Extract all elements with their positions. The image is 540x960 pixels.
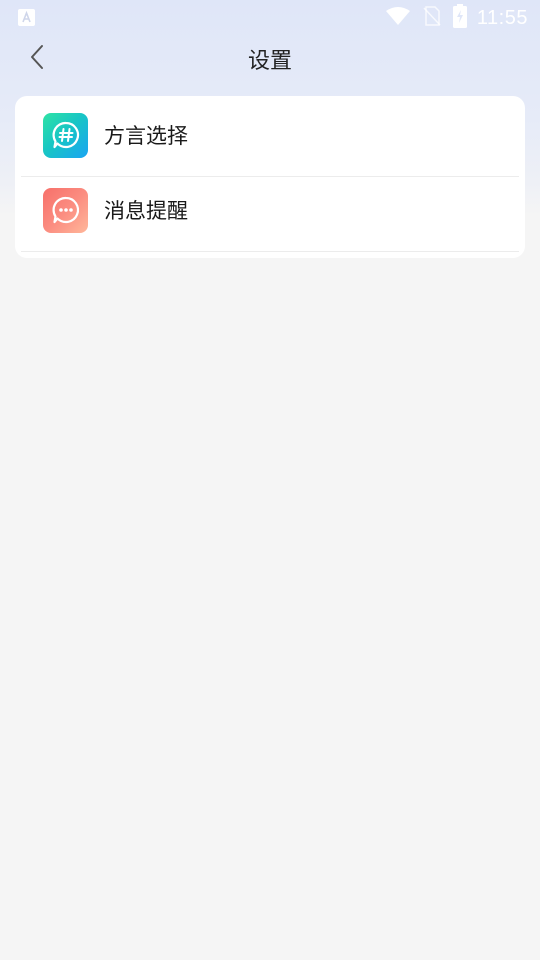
status-icons: 11:55 — [385, 4, 528, 32]
battery-charging-icon — [452, 4, 467, 32]
settings-item-dialect[interactable]: 方言选择 — [21, 98, 519, 172]
settings-item-message-reminder[interactable]: 消息提醒 — [21, 173, 519, 247]
settings-item-label: 方言选择 — [104, 124, 188, 148]
notification-a-icon — [18, 9, 35, 26]
page-title: 设置 — [247, 49, 292, 74]
no-sim-icon — [423, 6, 441, 30]
wifi-icon — [385, 6, 411, 30]
settings-card: 方言选择 消息提醒 — [15, 96, 525, 258]
nav-bar: 设置 — [0, 36, 540, 82]
settings-item-label: 消息提醒 — [104, 199, 188, 223]
hashtag-chat-icon — [43, 112, 88, 158]
status-time: 11:55 — [476, 6, 528, 29]
status-bar: 11:55 — [0, 0, 540, 36]
message-dots-icon — [43, 187, 88, 233]
divider — [21, 251, 519, 252]
